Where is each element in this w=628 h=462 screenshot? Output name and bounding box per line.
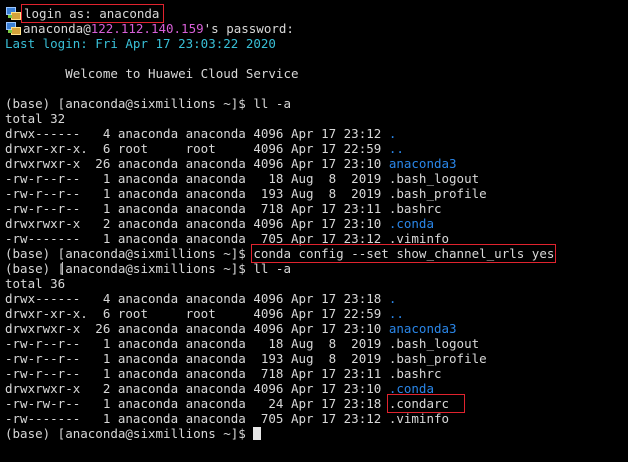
listing-row: drwxrwxr-x 2 anaconda anaconda 4096 Apr … [5, 381, 628, 396]
command-line: (base) [anaconda@sixmillions ~]$ ll -a [5, 261, 628, 276]
login-line: login as: anaconda [5, 4, 628, 23]
file-name: .conda [388, 381, 434, 396]
listing-row: drwx------ 4 anaconda anaconda 4096 Apr … [5, 291, 628, 306]
file-meta: drwxrwxr-x 26 anaconda anaconda 4096 Apr… [5, 156, 389, 171]
file-name: .bash_profile [388, 351, 487, 366]
file-name: .bash_logout [388, 336, 480, 351]
file-name: . [388, 126, 397, 141]
shell-prompt: (base) [anaconda@sixmillions ~]$ [5, 246, 254, 261]
file-name: .bash_profile [388, 186, 487, 201]
file-name: .bashrc [388, 201, 442, 216]
file-listing: drwx------ 4 anaconda anaconda 4096 Apr … [5, 291, 628, 426]
file-name: .conda [388, 216, 434, 231]
listing-row: drwx------ 4 anaconda anaconda 4096 Apr … [5, 126, 628, 141]
listing-row: -rw------- 1 anaconda anaconda 705 Apr 1… [5, 231, 628, 246]
file-meta: -rw-r--r-- 1 anaconda anaconda 18 Aug 8 … [5, 336, 389, 351]
file-meta: -rw-r--r-- 1 anaconda anaconda 18 Aug 8 … [5, 171, 389, 186]
file-meta: -rw-rw-r-- 1 anaconda anaconda 24 Apr 17… [5, 396, 389, 411]
listing-row: drwxrwxr-x 26 anaconda anaconda 4096 Apr… [5, 321, 628, 336]
listing-row: -rw-r--r-- 1 anaconda anaconda 718 Apr 1… [5, 201, 628, 216]
file-meta: drwx------ 4 anaconda anaconda 4096 Apr … [5, 291, 389, 306]
terminal-cursor [253, 427, 262, 440]
listing-row: -rw-r--r-- 1 anaconda anaconda 193 Aug 8… [5, 351, 628, 366]
putty-icon [5, 6, 21, 20]
file-meta: drwxrwxr-x 26 anaconda anaconda 4096 Apr… [5, 321, 389, 336]
text-cursor-ibeam-icon [62, 262, 63, 275]
welcome-line: Welcome to Huawei Cloud Service [5, 66, 299, 81]
command-line[interactable]: (base) [anaconda@sixmillions ~]$ [5, 426, 628, 441]
command-line: (base) [anaconda@sixmillions ~]$ conda c… [5, 244, 628, 263]
listing-row: drwxr-xr-x. 6 root root 4096 Apr 17 22:5… [5, 306, 628, 321]
terminal-window[interactable]: login as: anaconda anaconda@122.112.140.… [5, 4, 628, 441]
listing-row: drwxr-xr-x. 6 root root 4096 Apr 17 22:5… [5, 141, 628, 156]
command-text: ll -a [253, 96, 291, 111]
file-meta: drwx------ 4 anaconda anaconda 4096 Apr … [5, 126, 389, 141]
file-meta: -rw-r--r-- 1 anaconda anaconda 718 Apr 1… [5, 366, 389, 381]
pw-user: anaconda@ [23, 21, 91, 36]
file-name: .viminfo [388, 231, 450, 246]
listing-row: -rw-r--r-- 1 anaconda anaconda 18 Aug 8 … [5, 171, 628, 186]
shell-prompt: (base) [anaconda@sixmillions ~]$ [5, 261, 254, 276]
pw-ip: 122.112.140.159 [90, 21, 204, 36]
last-login-line: Last login: Fri Apr 17 23:03:22 2020 [5, 36, 276, 51]
shell-prompt: (base) [anaconda@sixmillions ~]$ [5, 426, 254, 441]
file-name: .bashrc [388, 366, 442, 381]
listing-row: -rw------- 1 anaconda anaconda 705 Apr 1… [5, 411, 628, 426]
file-name: anaconda3 [388, 321, 457, 336]
file-meta: drwxr-xr-x. 6 root root 4096 Apr 17 22:5… [5, 141, 389, 156]
file-meta: drwxrwxr-x 2 anaconda anaconda 4096 Apr … [5, 216, 389, 231]
shell-prompt: (base) [anaconda@sixmillions ~]$ [5, 96, 254, 111]
command-text: ll -a [253, 261, 291, 276]
file-meta: drwxrwxr-x 2 anaconda anaconda 4096 Apr … [5, 381, 389, 396]
password-line: anaconda@122.112.140.159's password: [5, 21, 628, 36]
file-name: .. [388, 306, 404, 321]
file-meta: -rw-r--r-- 1 anaconda anaconda 193 Aug 8… [5, 351, 389, 366]
file-meta: -rw------- 1 anaconda anaconda 705 Apr 1… [5, 411, 389, 426]
listing-row: drwxrwxr-x 2 anaconda anaconda 4096 Apr … [5, 216, 628, 231]
total-line: total 36 [5, 276, 66, 291]
file-name: anaconda3 [388, 156, 457, 171]
file-listing: drwx------ 4 anaconda anaconda 4096 Apr … [5, 126, 628, 246]
total-line: total 32 [5, 111, 66, 126]
login-text: login as: anaconda [20, 4, 165, 23]
file-meta: -rw-r--r-- 1 anaconda anaconda 718 Apr 1… [5, 201, 389, 216]
command-line: (base) [anaconda@sixmillions ~]$ ll -a [5, 96, 628, 111]
listing-row: -rw-rw-r-- 1 anaconda anaconda 24 Apr 17… [5, 394, 628, 413]
pw-suffix: 's password: [203, 21, 294, 36]
command-text-highlighted: conda config --set show_channel_urls yes [251, 244, 557, 263]
file-meta: -rw------- 1 anaconda anaconda 705 Apr 1… [5, 231, 389, 246]
listing-row: drwxrwxr-x 26 anaconda anaconda 4096 Apr… [5, 156, 628, 171]
file-name: .condarc [386, 394, 466, 413]
listing-row: -rw-r--r-- 1 anaconda anaconda 193 Aug 8… [5, 186, 628, 201]
listing-row: -rw-r--r-- 1 anaconda anaconda 718 Apr 1… [5, 366, 628, 381]
file-name: .bash_logout [388, 171, 480, 186]
putty-icon [5, 21, 21, 35]
file-meta: drwxr-xr-x. 6 root root 4096 Apr 17 22:5… [5, 306, 389, 321]
file-name: .. [388, 141, 404, 156]
file-name: . [388, 291, 397, 306]
listing-row: -rw-r--r-- 1 anaconda anaconda 18 Aug 8 … [5, 336, 628, 351]
file-name: .viminfo [388, 411, 450, 426]
file-meta: -rw-r--r-- 1 anaconda anaconda 193 Aug 8… [5, 186, 389, 201]
